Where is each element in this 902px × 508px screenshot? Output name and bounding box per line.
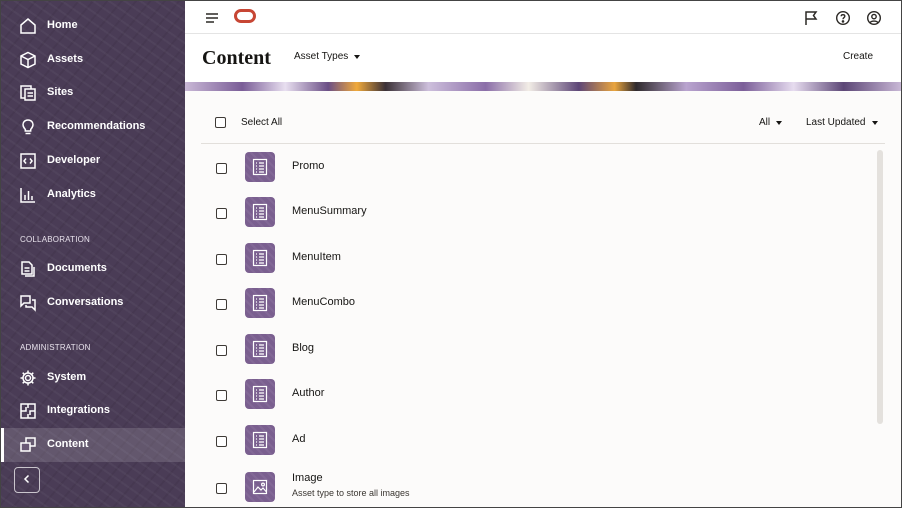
row-checkbox[interactable] <box>216 436 227 447</box>
sidebar-item-system[interactable]: System <box>1 361 185 395</box>
app-frame: Home Assets Sites Recommendations Develo… <box>0 0 902 508</box>
list-item[interactable]: MenuItem <box>201 235 877 281</box>
code-icon <box>19 152 37 170</box>
documents-icon <box>19 260 37 278</box>
sidebar-item-home[interactable]: Home <box>1 9 185 43</box>
sidebar-item-analytics[interactable]: Analytics <box>1 178 185 212</box>
help-icon[interactable] <box>835 10 851 26</box>
item-name: MenuCombo <box>292 296 355 308</box>
conversations-icon <box>19 294 37 312</box>
sidebar-item-assets[interactable]: Assets <box>1 43 185 77</box>
sidebar: Home Assets Sites Recommendations Develo… <box>1 1 185 507</box>
decorative-banner <box>185 82 901 91</box>
filter-dropdown[interactable]: All <box>759 117 783 128</box>
content-type-list: Promo MenuSummary MenuItem MenuCombo Blo… <box>201 144 877 507</box>
list-item[interactable]: MenuSummary <box>201 189 877 235</box>
row-checkbox[interactable] <box>216 483 227 494</box>
sidebar-item-content[interactable]: Content <box>1 428 185 462</box>
sidebar-item-developer[interactable]: Developer <box>1 144 185 178</box>
chevron-left-icon <box>22 471 32 489</box>
row-checkbox[interactable] <box>216 299 227 310</box>
list-item[interactable]: Author <box>201 371 877 417</box>
content-type-icon <box>245 288 275 318</box>
list-scrollbar[interactable] <box>877 150 883 424</box>
image-type-icon <box>245 472 275 502</box>
content-type-icon <box>245 152 275 182</box>
item-name: Image <box>292 472 323 484</box>
content-panel: Select All All Last Updated Promo MenuSu… <box>185 91 901 507</box>
top-bar <box>185 1 901 34</box>
sidebar-item-label: Integrations <box>47 404 110 416</box>
sidebar-item-sites[interactable]: Sites <box>1 76 185 110</box>
sites-icon <box>19 84 37 102</box>
item-name: MenuSummary <box>292 205 367 217</box>
list-item[interactable]: Promo <box>201 144 877 190</box>
caret-down-icon <box>776 120 783 125</box>
list-item[interactable]: Blog <box>201 326 877 372</box>
sidebar-item-label: Content <box>47 438 89 450</box>
sidebar-item-documents[interactable]: Documents <box>1 252 185 286</box>
select-all-label[interactable]: Select All <box>241 117 282 128</box>
item-name: Blog <box>292 342 315 354</box>
content-type-icon <box>245 425 275 455</box>
flag-icon[interactable] <box>803 10 819 26</box>
content-type-icon <box>245 243 275 273</box>
sort-dropdown[interactable]: Last Updated <box>806 117 878 128</box>
item-name: Author <box>292 387 325 399</box>
bar-chart-icon <box>19 186 37 204</box>
content-type-icon <box>245 197 275 227</box>
lightbulb-icon <box>19 118 37 136</box>
user-icon[interactable] <box>866 10 882 26</box>
section-label-administration: ADMINISTRATION <box>20 343 91 352</box>
hamburger-icon[interactable] <box>204 11 220 25</box>
row-checkbox[interactable] <box>216 254 227 265</box>
oracle-logo[interactable] <box>234 9 256 23</box>
content-icon <box>19 436 37 454</box>
sidebar-item-label: Conversations <box>47 296 124 308</box>
list-item[interactable]: Ad <box>201 417 877 463</box>
content-type-icon <box>245 334 275 364</box>
item-name: Promo <box>292 160 325 172</box>
collapse-sidebar-button[interactable] <box>14 467 40 493</box>
row-checkbox[interactable] <box>216 390 227 401</box>
list-item[interactable]: Image Asset type to store all images <box>201 464 877 507</box>
item-name: MenuItem <box>292 251 341 263</box>
page-header: Content Asset Types Create <box>185 34 901 82</box>
sidebar-item-label: Analytics <box>47 188 96 200</box>
gear-icon <box>19 369 37 387</box>
sidebar-item-conversations[interactable]: Conversations <box>1 286 185 320</box>
sidebar-item-integrations[interactable]: Integrations <box>1 394 185 428</box>
item-description: Asset type to store all images <box>292 488 410 498</box>
row-checkbox[interactable] <box>216 163 227 174</box>
section-label-collaboration: COLLABORATION <box>20 235 91 244</box>
sidebar-item-label: Documents <box>47 262 107 274</box>
select-all-checkbox[interactable] <box>215 117 226 128</box>
sidebar-item-label: Home <box>47 19 78 31</box>
sort-label: Last Updated <box>806 117 866 128</box>
list-toolbar: Select All All Last Updated <box>201 91 885 144</box>
sidebar-item-label: Developer <box>47 154 101 166</box>
asset-types-dropdown[interactable]: Asset Types <box>294 51 361 62</box>
sidebar-item-label: System <box>47 371 87 383</box>
integrations-icon <box>19 402 37 420</box>
sidebar-item-label: Assets <box>47 53 84 65</box>
sidebar-item-label: Sites <box>47 86 74 98</box>
row-checkbox[interactable] <box>216 345 227 356</box>
cube-icon <box>19 51 37 69</box>
sidebar-item-label: Recommendations <box>47 120 146 132</box>
content-type-icon <box>245 379 275 409</box>
asset-types-label: Asset Types <box>294 51 349 62</box>
caret-down-icon <box>354 54 361 59</box>
row-checkbox[interactable] <box>216 208 227 219</box>
filter-label: All <box>759 117 771 128</box>
item-name: Ad <box>292 433 306 445</box>
list-item[interactable]: MenuCombo <box>201 280 877 326</box>
sidebar-item-recommendations[interactable]: Recommendations <box>1 110 185 144</box>
home-icon <box>19 17 37 35</box>
create-button[interactable]: Create <box>843 51 873 62</box>
caret-down-icon <box>871 120 878 125</box>
page-title: Content <box>202 47 271 69</box>
